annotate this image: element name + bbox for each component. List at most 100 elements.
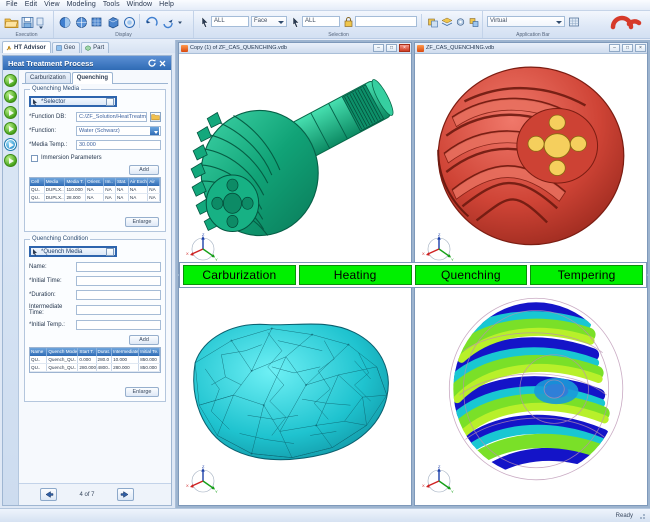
stage-heating[interactable]: Heating: [298, 265, 412, 285]
save-icon[interactable]: [19, 14, 34, 29]
step-tempering[interactable]: [4, 122, 17, 135]
svg-text:X: X: [422, 251, 425, 256]
menu-item-file[interactable]: File: [6, 0, 18, 10]
quench-media-selector[interactable]: *Selector: [29, 96, 117, 107]
quench-condition-selector[interactable]: *Quench Media: [29, 246, 117, 257]
lock-icon[interactable]: [342, 14, 353, 29]
step-next[interactable]: [4, 154, 17, 167]
duration-input[interactable]: [76, 289, 161, 300]
quenching-media-table[interactable]: Cell Media Media T. Orient. Im.. Stat. A…: [29, 176, 161, 203]
close-icon[interactable]: [157, 58, 168, 69]
ribbon-group-execution: Execution: [0, 11, 54, 38]
step-quenching[interactable]: [4, 106, 17, 119]
initial-time-input[interactable]: [76, 275, 161, 286]
gear-icon[interactable]: [454, 14, 465, 29]
selector-pick-box[interactable]: [106, 97, 114, 106]
function-combo[interactable]: Water (Schwarz): [76, 125, 161, 136]
table-row[interactable]: QU.. Quench_QU.. 280.000 4800.. 280.000 …: [30, 363, 160, 372]
viewport-canvas-bottom-right[interactable]: Z X Y: [415, 276, 647, 505]
app-grid-icon[interactable]: [567, 14, 579, 29]
browse-folder-icon[interactable]: [150, 111, 161, 122]
field-label: Intermediate Time:: [29, 303, 63, 316]
minimize-button[interactable]: –: [373, 44, 384, 52]
zoom-dropdown-icon[interactable]: [175, 14, 190, 29]
resize-grip[interactable]: [637, 511, 646, 520]
viewport-canvas-bottom-left[interactable]: Z X Y: [179, 276, 411, 505]
table-row[interactable]: QU.. DUPLX.. 110.000 NA NA NA NA NA: [30, 185, 160, 194]
add-condition-button[interactable]: Add: [129, 334, 159, 345]
group-icon[interactable]: [426, 14, 438, 29]
maximize-button[interactable]: □: [622, 44, 633, 52]
rotate-icon[interactable]: [143, 14, 158, 29]
tab-ht-advisor[interactable]: HT Advisor: [2, 41, 51, 53]
arrow-right-icon[interactable]: [116, 488, 134, 501]
initial-temp-input[interactable]: [76, 319, 161, 330]
selection-node-input[interactable]: ALL: [302, 15, 340, 27]
pan-icon[interactable]: [159, 14, 174, 29]
maximize-button[interactable]: □: [386, 44, 397, 52]
viewport-title-bar[interactable]: ZF_CAS_QUENCHING.vdb – □ ×: [415, 43, 647, 54]
shaded-view-icon[interactable]: [57, 14, 72, 29]
step-carburization[interactable]: [4, 74, 17, 87]
mesh-view-icon[interactable]: [89, 14, 104, 29]
folder-open-icon[interactable]: [3, 14, 19, 29]
arrow-left-icon[interactable]: [40, 488, 58, 501]
cell: 280.0: [96, 355, 113, 364]
intermediate-time-input[interactable]: [76, 304, 161, 315]
menu-item-help[interactable]: Help: [159, 0, 174, 10]
menu-item-edit[interactable]: Edit: [25, 0, 37, 10]
menu-item-tools[interactable]: Tools: [103, 0, 120, 10]
application-mode-combo[interactable]: Virtual: [487, 15, 565, 27]
viewport-top-left[interactable]: Copy (1) of ZF_CAS_QUENCHING.vdb – □ × Z…: [178, 42, 412, 274]
add-media-button[interactable]: Add: [129, 164, 159, 175]
wireframe-view-icon[interactable]: [73, 14, 88, 29]
selector-pick-box[interactable]: [106, 247, 114, 256]
subtab-quenching[interactable]: Quenching: [71, 72, 114, 84]
viewport-top-right[interactable]: ZF_CAS_QUENCHING.vdb – □ × Z X Y: [414, 42, 648, 274]
selection-name-input[interactable]: [355, 15, 417, 27]
solid-view-icon[interactable]: [105, 14, 120, 29]
menu-item-window[interactable]: Window: [127, 0, 153, 10]
menu-item-view[interactable]: View: [44, 0, 59, 10]
enlarge-media-button[interactable]: Enlarge: [125, 217, 159, 227]
step-current[interactable]: [4, 138, 17, 151]
close-button[interactable]: ×: [399, 44, 410, 52]
step-heating[interactable]: [4, 90, 17, 103]
subtab-carburization[interactable]: Carburization: [25, 72, 71, 83]
pointer-icon[interactable]: [198, 14, 209, 29]
viewport-title-bar[interactable]: Copy (1) of ZF_CAS_QUENCHING.vdb – □ ×: [179, 43, 411, 54]
reset-icon[interactable]: [146, 58, 157, 69]
table-row[interactable]: QU.. DUPLX.. 28.000 NA NA NA NA NA: [30, 193, 160, 202]
layer-icon[interactable]: [440, 14, 453, 29]
field-label: *Function:: [29, 127, 57, 134]
selection-entity-input[interactable]: ALL: [211, 15, 249, 27]
table-row[interactable]: QU.. Quench_QU.. 0.000 280.0 10.000 850.…: [30, 355, 160, 364]
function-db-input[interactable]: C:/ZF_Solution/HeatTreatment/LCFMM: [76, 111, 147, 122]
stage-quenching[interactable]: Quenching: [414, 265, 528, 285]
tab-part[interactable]: Part: [81, 42, 110, 53]
quenching-condition-table[interactable]: Name Quench Mode Start T. Durat. Interme…: [29, 346, 161, 373]
cell: NA: [115, 185, 129, 194]
pointer-node-icon[interactable]: [289, 14, 300, 29]
field-initial-temp: *Initial Temp.:: [29, 319, 161, 330]
viewport-bottom-left[interactable]: Z X Y: [178, 275, 412, 506]
tab-geo[interactable]: Geo: [51, 42, 81, 53]
viewport-canvas-top-right[interactable]: Z X Y: [415, 54, 647, 273]
stage-carburization[interactable]: Carburization: [183, 265, 296, 285]
svg-text:X: X: [186, 483, 189, 488]
props-icon[interactable]: [467, 14, 479, 29]
transparent-view-icon[interactable]: [121, 14, 136, 29]
close-button[interactable]: ×: [635, 44, 646, 52]
media-temp-input[interactable]: 30.000: [76, 139, 161, 150]
immersion-parameters-checkbox[interactable]: [31, 154, 38, 162]
viewport-bottom-right[interactable]: Z X Y: [414, 275, 648, 506]
save-dropdown-icon[interactable]: [35, 14, 50, 29]
minimize-button[interactable]: –: [609, 44, 620, 52]
enlarge-condition-button[interactable]: Enlarge: [125, 387, 159, 397]
selection-type-combo[interactable]: Face: [251, 15, 287, 27]
menu-item-modeling[interactable]: Modeling: [67, 0, 96, 10]
stage-tempering[interactable]: Tempering: [530, 265, 643, 285]
condition-name-input[interactable]: [76, 261, 161, 272]
immersion-parameters-row[interactable]: Immersion Parameters: [29, 154, 161, 162]
viewport-canvas-top-left[interactable]: Z X Y: [179, 54, 411, 273]
